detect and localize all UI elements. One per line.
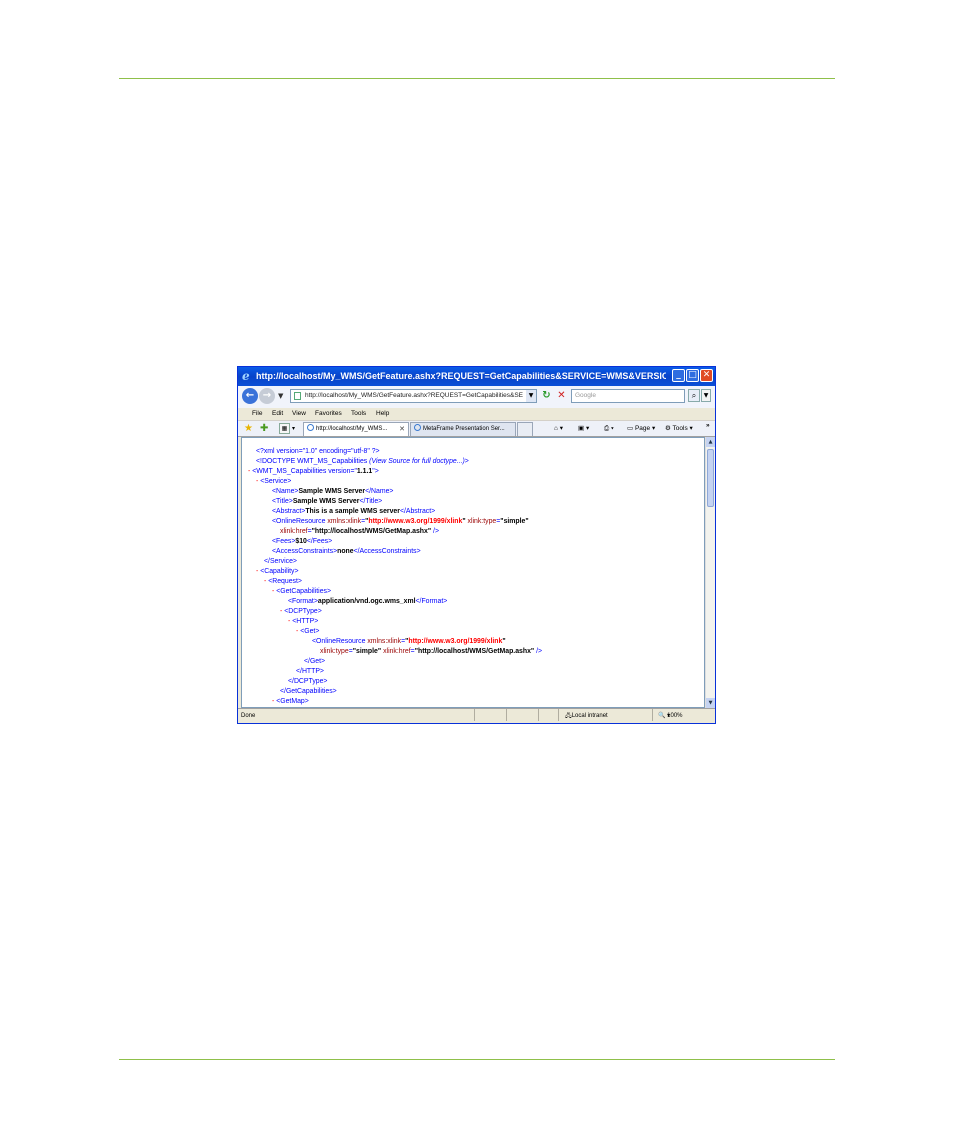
xml-name: <Name>Sample WMS Server</Name> (272, 488, 394, 495)
quick-tabs-icon[interactable]: ▦ (279, 423, 290, 434)
xml-content-area: <?xml version="1.0" encoding="utf-8" ?> … (241, 437, 705, 708)
scroll-down-icon[interactable]: ▼ (706, 698, 715, 708)
page-menu[interactable]: ▭ Page ▾ (627, 422, 655, 436)
tab-active-label: http://localhost/My_WMS... (316, 426, 388, 432)
favorites-star-icon[interactable]: ★ (244, 423, 253, 435)
back-button[interactable]: ← (242, 388, 258, 404)
add-favorite-icon[interactable]: ✚ (260, 423, 268, 435)
vertical-scrollbar[interactable]: ▲ ▼ (705, 437, 715, 708)
tools-menu-label: Tools (672, 425, 688, 432)
menu-favorites[interactable]: Favorites (315, 408, 342, 420)
xml-http-close: </HTTP> (296, 668, 324, 675)
status-divider (506, 709, 507, 721)
xml-service-open[interactable]: - <Service> (256, 477, 291, 487)
feeds-icon[interactable]: ▣ ▾ (578, 422, 589, 436)
tab-active[interactable]: http://localhost/My_WMS... ✕ (303, 422, 409, 436)
xml-doctype: <!DOCTYPE WMT_MS_Capabilities (View Sour… (256, 458, 469, 465)
intranet-zone: 🖧 Local intranet (565, 709, 608, 723)
scroll-up-icon[interactable]: ▲ (706, 437, 715, 447)
refresh-icon[interactable]: ↻ (540, 389, 553, 402)
tools-menu[interactable]: ⚙ Tools ▾ (665, 422, 693, 436)
menu-help[interactable]: Help (376, 408, 389, 420)
ie-page-icon (307, 424, 314, 431)
xml-request-open[interactable]: - <Request> (264, 577, 302, 587)
xml-tree: <?xml version="1.0" encoding="utf-8" ?> … (248, 447, 542, 707)
status-divider (652, 709, 653, 721)
address-url: http://localhost/My_WMS/GetFeature.ashx?… (305, 392, 523, 399)
xml-dcptype-close: </DCPType> (288, 678, 328, 685)
xml-title: <Title>Sample WMS Server</Title> (272, 498, 383, 505)
zoom-control[interactable]: 🔍 100% ▾ (658, 709, 683, 723)
minimize-button[interactable]: _ (672, 369, 685, 382)
window-title: http://localhost/My_WMS/GetFeature.ashx?… (256, 371, 666, 381)
xml-online-resource-href: xlink:href="http://localhost/WMS/GetMap.… (280, 528, 439, 535)
xml-online-resource: <OnlineResource xmlns:xlink="http://www.… (272, 518, 529, 525)
xml-root-open[interactable]: - <WMT_MS_Capabilities version="1.1.1"> (248, 467, 379, 477)
menu-view[interactable]: View (292, 408, 306, 420)
maximize-button[interactable]: □ (686, 369, 699, 382)
close-button[interactable]: ✕ (700, 369, 713, 382)
top-rule (119, 78, 835, 79)
xml-service-close: </Service> (264, 558, 297, 565)
xml-get-open[interactable]: - <Get> (296, 627, 319, 637)
xml-abstract: <Abstract>This is a sample WMS server</A… (272, 508, 436, 515)
xml-dcptype-open[interactable]: - <DCPType> (280, 607, 322, 617)
bottom-rule (119, 1059, 835, 1060)
status-divider (474, 709, 475, 721)
status-divider (538, 709, 539, 721)
status-text: Done (241, 713, 256, 719)
xml-get-online-resource: <OnlineResource xmlns:xlink="http://www.… (312, 638, 506, 645)
ie-logo-icon: e (242, 369, 250, 383)
menu-file[interactable]: File (252, 408, 262, 420)
address-bar-row: ← → ▼ http://localhost/My_WMS/GetFeature… (238, 386, 715, 408)
search-icon[interactable]: ⌕ (688, 389, 700, 402)
xml-http-open[interactable]: - <HTTP> (288, 617, 318, 627)
new-tab-button[interactable] (517, 422, 533, 436)
history-dropdown-icon[interactable]: ▼ (278, 390, 283, 402)
tab-list-dropdown-icon[interactable]: ▾ (292, 423, 299, 434)
menu-bar: File Edit View Favorites Tools Help (238, 408, 715, 420)
tab-bar: ★ ✚ ▦ ▾ http://localhost/My_WMS... ✕ Met… (238, 420, 715, 437)
status-bar: Done 🖧 Local intranet 🔍 100% ▾ (238, 708, 715, 723)
page-icon (294, 392, 301, 400)
xml-fees: <Fees>$10</Fees> (272, 538, 333, 545)
xml-access-constraints: <AccessConstraints>none</AccessConstrain… (272, 548, 421, 555)
xml-format: <Format>application/vnd.ogc.wms_xml</For… (288, 598, 448, 605)
xml-getcapabilities-open[interactable]: - <GetCapabilities> (272, 587, 331, 597)
scroll-thumb[interactable] (707, 449, 714, 507)
xml-getmap-open[interactable]: - <GetMap> (272, 697, 309, 707)
tab-metaframe-label: MetaFrame Presentation Ser... (423, 426, 505, 432)
search-dropdown-icon[interactable]: ▼ (701, 389, 711, 402)
xml-capability-open[interactable]: - <Capability> (256, 567, 299, 577)
print-icon[interactable]: ⎙ ▾ (604, 422, 614, 436)
page-menu-label: Page (634, 425, 651, 432)
tab-close-icon[interactable]: ✕ (399, 423, 405, 436)
home-icon[interactable]: ⌂ ▾ (554, 422, 563, 436)
zoom-level: 100% (667, 713, 683, 719)
more-commands-icon[interactable]: » (706, 419, 710, 433)
menu-tools[interactable]: Tools (351, 408, 366, 420)
stop-icon[interactable]: ✕ (555, 389, 568, 402)
address-input[interactable]: http://localhost/My_WMS/GetFeature.ashx?… (290, 389, 537, 403)
xml-declaration: <?xml version="1.0" encoding="utf-8" ?> (256, 448, 380, 455)
forward-button[interactable]: → (259, 388, 275, 404)
tab-metaframe[interactable]: MetaFrame Presentation Ser... (410, 422, 516, 436)
title-bar: e http://localhost/My_WMS/GetFeature.ash… (238, 367, 715, 386)
xml-get-close: </Get> (304, 658, 326, 665)
zone-label: Local intranet (571, 713, 608, 719)
address-dropdown-icon[interactable]: ▼ (526, 390, 536, 402)
status-divider (558, 709, 559, 721)
search-input[interactable]: Google (571, 389, 685, 403)
xml-get-online-resource-attrs: xlink:type="simple" xlink:href="http://l… (320, 648, 543, 655)
menu-edit[interactable]: Edit (272, 408, 283, 420)
xml-getcapabilities-close: </GetCapabilities> (280, 688, 337, 695)
ie-window: e http://localhost/My_WMS/GetFeature.ash… (237, 366, 716, 724)
ie-page-icon (414, 424, 421, 431)
